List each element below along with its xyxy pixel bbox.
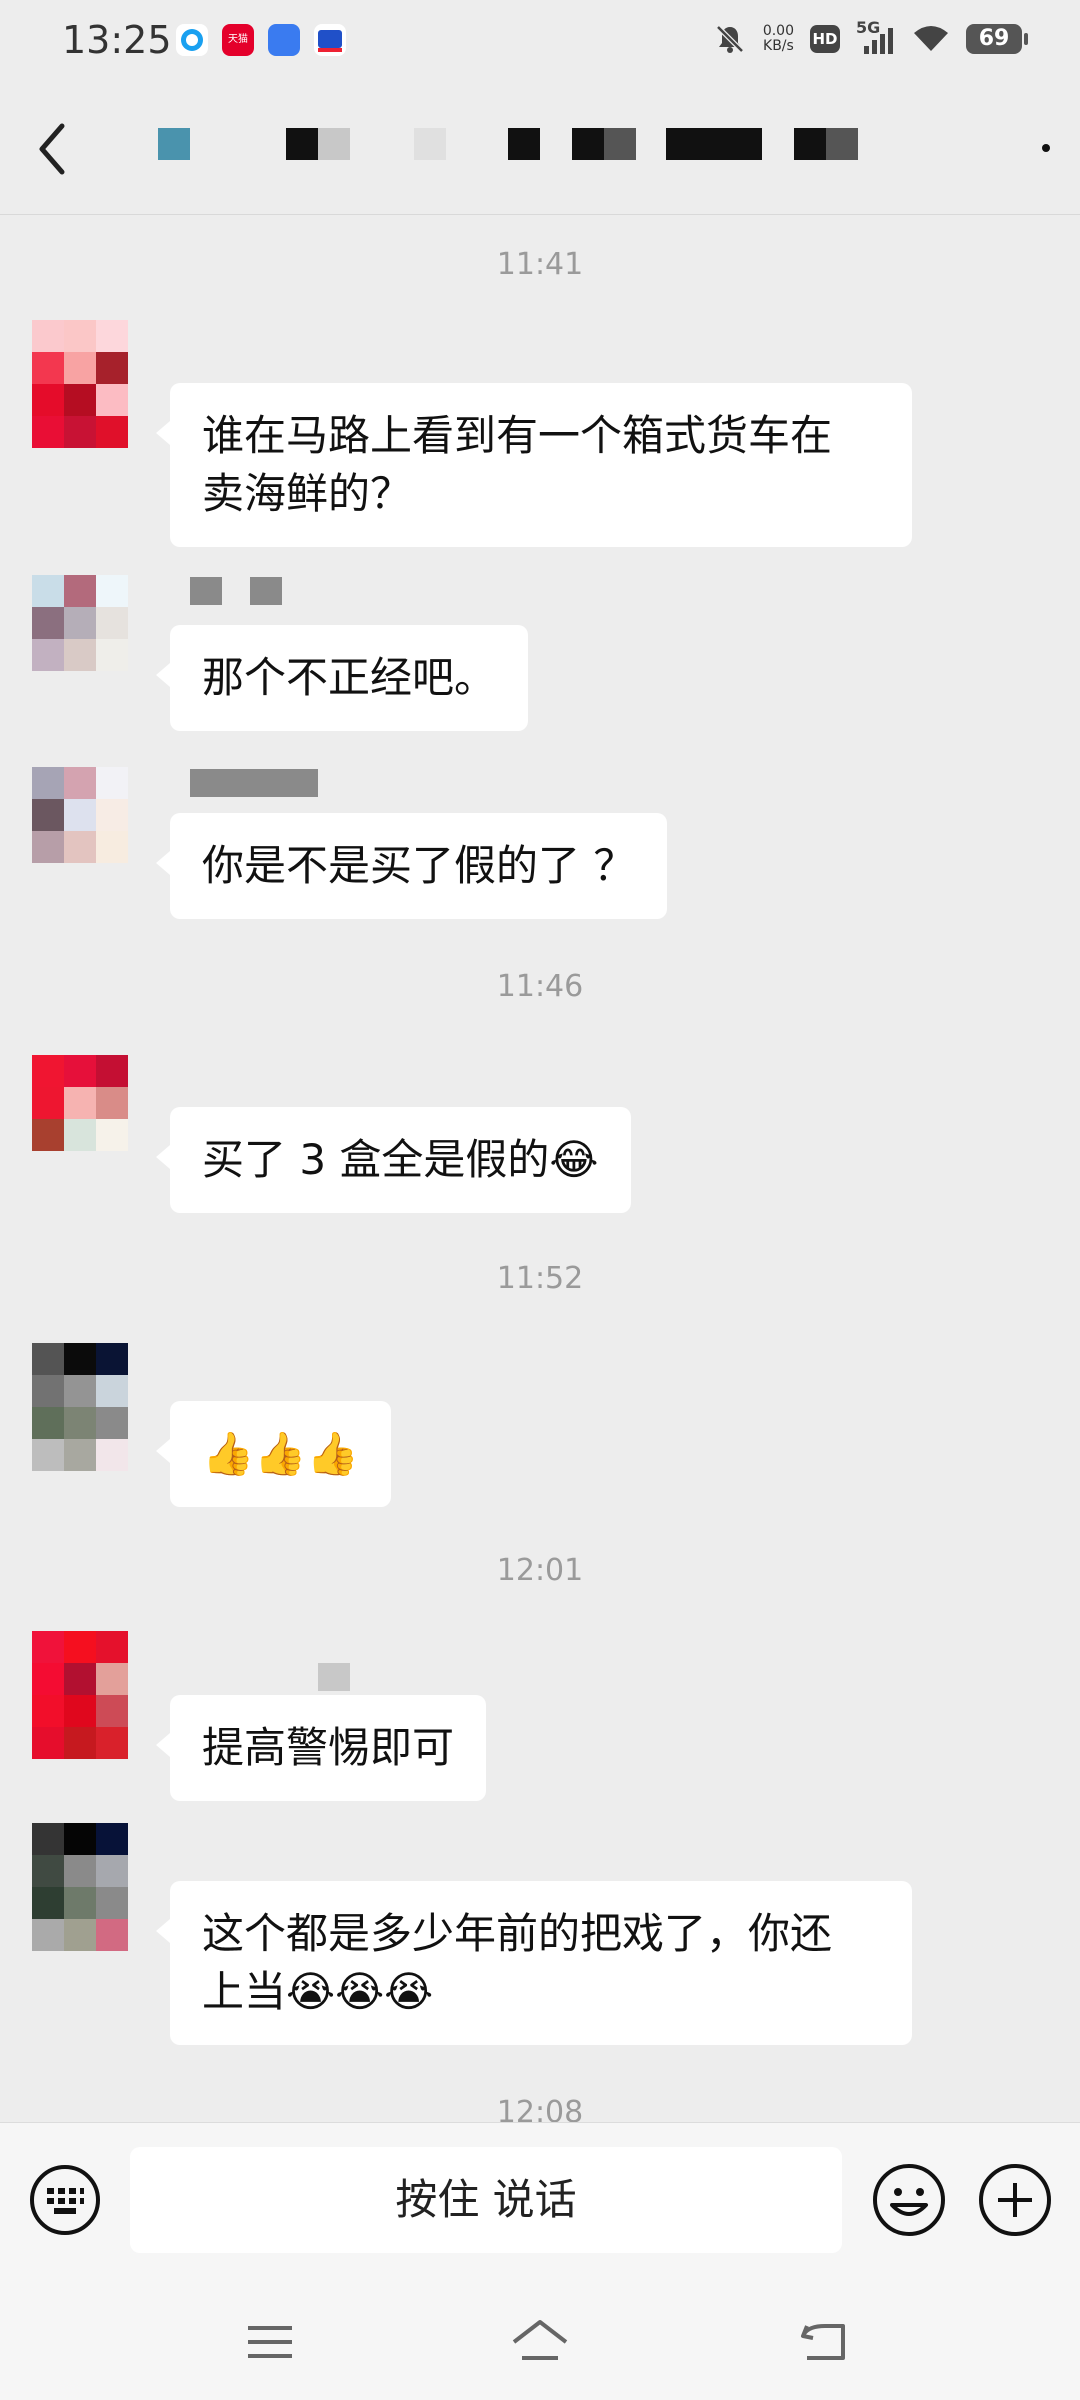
app-store-icon xyxy=(268,24,300,56)
message-bubble[interactable]: 买了 3 盒全是假的😂 xyxy=(156,1107,631,1213)
message-timestamp: 11:52 xyxy=(496,1261,584,1296)
mute-bell-icon xyxy=(716,25,744,53)
avatar[interactable] xyxy=(32,1055,128,1183)
avatar[interactable] xyxy=(32,1343,128,1471)
message-timestamp: 11:46 xyxy=(496,969,584,1004)
chat-message-list[interactable]: 11:41 谁在马路上看到有一个箱式货车在 卖海鲜的？ 那个不正经吧。 你是不是… xyxy=(0,215,1080,2122)
status-bar: 13:25 天猫 0.00 KB/s HD 5G 69 xyxy=(0,0,1080,84)
message-timestamp: 11:41 xyxy=(496,247,584,282)
input-bar: 按住 说话 xyxy=(0,2122,1080,2277)
more-options-icon[interactable] xyxy=(1026,124,1066,174)
chat-header xyxy=(0,84,1080,215)
avatar[interactable] xyxy=(32,1823,128,1951)
message-bubble[interactable]: 谁在马路上看到有一个箱式货车在 卖海鲜的？ xyxy=(156,383,912,547)
wifi-icon xyxy=(914,26,948,51)
avatar[interactable] xyxy=(32,575,128,703)
message-bubble[interactable]: 👍👍👍 xyxy=(156,1401,391,1507)
status-time: 13:25 xyxy=(62,18,172,62)
status-right: 0.00 KB/s HD 5G 69 xyxy=(713,18,1028,56)
menu-nav-icon[interactable] xyxy=(240,2314,300,2370)
back-arrow-icon[interactable] xyxy=(26,112,86,186)
message-timestamp: 12:08 xyxy=(496,2095,584,2122)
message-bubble[interactable]: 提高警惕即可 xyxy=(155,1695,487,1801)
qq-browser-icon xyxy=(176,24,208,56)
keyboard-icon[interactable] xyxy=(28,2163,102,2237)
sender-name-redacted xyxy=(190,769,318,801)
message-timestamp: 12:01 xyxy=(496,1553,584,1588)
signal-icon: 5G xyxy=(856,18,896,56)
message-bubble[interactable]: 那个不正经吧。 xyxy=(155,625,529,731)
avatar[interactable] xyxy=(32,1631,128,1759)
message-bubble[interactable]: 这个都是多少年前的把戏了，你还 上当😭😭😭 xyxy=(156,1881,912,2045)
network-speed: 0.00 KB/s xyxy=(762,23,794,54)
hold-to-talk-button[interactable]: 按住 说话 xyxy=(130,2147,842,2253)
back-nav-icon[interactable] xyxy=(795,2314,855,2370)
plus-icon[interactable] xyxy=(976,2161,1054,2239)
battery-indicator: 69 xyxy=(966,24,1028,54)
avatar[interactable] xyxy=(32,767,128,895)
avatar[interactable] xyxy=(32,320,128,448)
message-bubble[interactable]: 你是不是买了假的了 ？ xyxy=(155,813,668,919)
home-nav-icon[interactable] xyxy=(510,2314,570,2370)
system-nav-bar xyxy=(0,2276,1080,2400)
sender-name-redacted xyxy=(190,1663,350,1695)
emoji-icon[interactable] xyxy=(870,2161,948,2239)
sender-name-redacted xyxy=(190,577,282,609)
tmall-icon: 天猫 xyxy=(222,24,254,56)
bank-app-icon xyxy=(314,24,346,56)
hd-badge: HD xyxy=(810,25,840,53)
notification-app-icons: 天猫 xyxy=(176,24,346,56)
